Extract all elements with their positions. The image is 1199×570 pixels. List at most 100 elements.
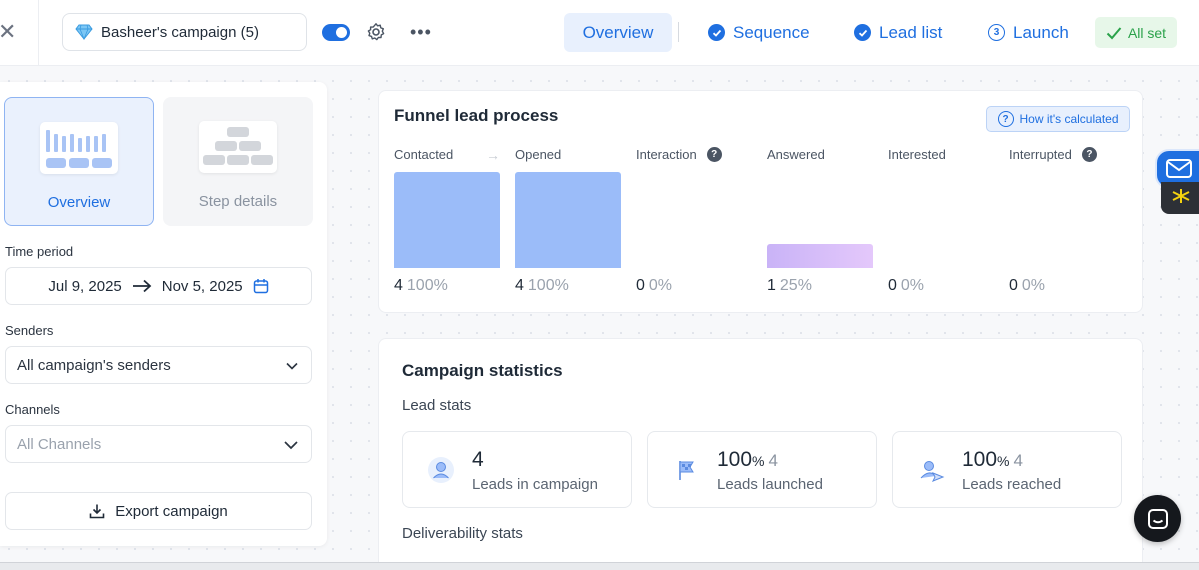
stat-box-leads-reached: 100% 4 Leads reached bbox=[892, 431, 1122, 508]
stat-value: 100% 4 bbox=[717, 448, 778, 471]
funnel-category-text: Interested bbox=[888, 147, 946, 162]
gear-icon[interactable] bbox=[366, 22, 386, 42]
funnel-column: Interaction? 0 0% bbox=[636, 147, 742, 307]
senders-select[interactable]: All campaign's senders bbox=[5, 346, 312, 384]
funnel-bar-area bbox=[636, 172, 742, 268]
mail-icon bbox=[1166, 159, 1192, 178]
stat-label: Leads reached bbox=[962, 476, 1062, 493]
tab-launch-label: Launch bbox=[1013, 22, 1069, 42]
funnel-bar-area bbox=[767, 172, 873, 268]
funnel-category-text: Interrupted bbox=[1009, 147, 1072, 162]
tab-sequence[interactable]: Sequence bbox=[708, 13, 810, 52]
funnel-column-label: Interested bbox=[888, 147, 946, 162]
funnel-bar-area bbox=[1009, 172, 1115, 268]
funnel-category-text: Contacted bbox=[394, 147, 454, 162]
diamond-icon bbox=[75, 24, 93, 40]
funnel-value: 4 100% bbox=[515, 277, 569, 295]
stat-label: Leads in campaign bbox=[472, 476, 598, 493]
campaign-name-text: Basheer's campaign (5) bbox=[101, 23, 259, 41]
funnel-percentage: 100% bbox=[527, 277, 569, 294]
funnel-value: 0 0% bbox=[636, 277, 672, 295]
funnel-percentage: 0% bbox=[1021, 277, 1046, 294]
status-badge: All set bbox=[1095, 17, 1177, 48]
flag-icon bbox=[679, 461, 694, 480]
stat-label: Leads launched bbox=[717, 476, 823, 493]
tab-overview[interactable]: Overview bbox=[564, 13, 672, 52]
top-bar: ✕ Basheer's campaign (5) ••• Overview Se… bbox=[0, 0, 1199, 66]
date-range-picker[interactable]: Jul 9, 2025 Nov 5, 2025 bbox=[5, 267, 312, 305]
funnel-column-label: Answered bbox=[767, 147, 825, 162]
funnel-count: 4 bbox=[394, 277, 403, 294]
tab-overview-label: Overview bbox=[582, 22, 654, 42]
tab-lead-list-label: Lead list bbox=[879, 22, 943, 42]
divider bbox=[38, 0, 39, 66]
chat-icon bbox=[1147, 508, 1168, 529]
campaign-name-field[interactable]: Basheer's campaign (5) bbox=[62, 13, 307, 51]
funnel-count: 0 bbox=[888, 277, 897, 294]
channels-placeholder: All Channels bbox=[17, 435, 102, 453]
user-icon bbox=[428, 457, 454, 483]
how-calculated-button[interactable]: ? How it's calculated bbox=[986, 106, 1130, 132]
export-campaign-label: Export campaign bbox=[115, 502, 228, 520]
funnel-value: 0 0% bbox=[888, 277, 924, 295]
more-options-icon[interactable]: ••• bbox=[410, 22, 431, 42]
tab-sequence-label: Sequence bbox=[733, 22, 810, 42]
stat-value: 100% 4 bbox=[962, 448, 1023, 471]
funnel-column: Interested 0 0% bbox=[888, 147, 994, 307]
extension-widget[interactable] bbox=[1161, 182, 1199, 214]
funnel-bar bbox=[515, 172, 621, 268]
stat-value: 4 bbox=[472, 448, 484, 471]
filters-panel: Overview Step details Time period Jul 9,… bbox=[0, 82, 327, 546]
senders-value: All campaign's senders bbox=[17, 356, 171, 374]
time-period-label: Time period bbox=[5, 244, 74, 259]
channels-label: Channels bbox=[5, 402, 60, 417]
funnel-category-text: Answered bbox=[767, 147, 825, 162]
funnel-count: 0 bbox=[636, 277, 645, 294]
start-date: Jul 9, 2025 bbox=[48, 277, 122, 295]
funnel-column: Interrupted? 0 0% bbox=[1009, 147, 1115, 307]
funnel-column-label: Interaction? bbox=[636, 147, 722, 162]
funnel-bar-area bbox=[394, 172, 500, 268]
sparkle-icon bbox=[1172, 189, 1190, 203]
funnel-bar-area bbox=[515, 172, 621, 268]
senders-label: Senders bbox=[5, 323, 54, 338]
campaign-active-toggle[interactable] bbox=[322, 24, 350, 41]
funnel-column-label: Contacted bbox=[394, 147, 453, 162]
funnel-category-text: Opened bbox=[515, 147, 562, 162]
deliverability-stats-label: Deliverability stats bbox=[402, 525, 523, 542]
step-number-icon: 3 bbox=[988, 24, 1005, 41]
view-step-details-label: Step details bbox=[198, 193, 278, 210]
checkmark-icon bbox=[1106, 26, 1122, 39]
tab-launch[interactable]: 3 Launch bbox=[988, 13, 1069, 52]
funnel-count: 4 bbox=[515, 277, 524, 294]
tab-separator bbox=[678, 22, 679, 42]
help-icon[interactable]: ? bbox=[706, 147, 722, 162]
calendar-icon[interactable] bbox=[253, 278, 269, 294]
chat-support-button[interactable] bbox=[1134, 495, 1181, 542]
funnel-value: 4 100% bbox=[394, 277, 448, 295]
funnel-column-label: Opened bbox=[515, 147, 561, 162]
view-step-details-card[interactable]: Step details bbox=[163, 97, 313, 226]
funnel-column: Contacted 4 100% bbox=[394, 147, 500, 307]
chevron-down-icon bbox=[284, 441, 298, 450]
funnel-count: 0 bbox=[1009, 277, 1018, 294]
close-icon[interactable]: ✕ bbox=[0, 20, 18, 44]
tab-lead-list[interactable]: Lead list bbox=[854, 13, 942, 52]
lead-stats-label: Lead stats bbox=[402, 397, 472, 414]
view-overview-label: Overview bbox=[47, 194, 111, 211]
channels-select[interactable]: All Channels bbox=[5, 425, 312, 463]
user-send-icon bbox=[920, 461, 945, 482]
taskbar-strip bbox=[0, 562, 1199, 570]
chevron-down-icon bbox=[286, 362, 298, 370]
funnel-column: Answered 1 25% bbox=[767, 147, 873, 307]
check-circle-icon bbox=[708, 24, 725, 41]
funnel-percentage: 0% bbox=[648, 277, 673, 294]
view-overview-card[interactable]: Overview bbox=[4, 97, 154, 226]
funnel-percentage: 25% bbox=[779, 277, 812, 294]
campaign-statistics-card: Campaign statistics Lead stats 4 Leads i… bbox=[378, 338, 1143, 570]
help-icon[interactable]: ? bbox=[1081, 147, 1097, 162]
check-circle-icon bbox=[854, 24, 871, 41]
export-campaign-button[interactable]: Export campaign bbox=[5, 492, 312, 530]
funnel-column: Opened 4 100% bbox=[515, 147, 621, 307]
stat-box-leads-in-campaign: 4 Leads in campaign bbox=[402, 431, 632, 508]
